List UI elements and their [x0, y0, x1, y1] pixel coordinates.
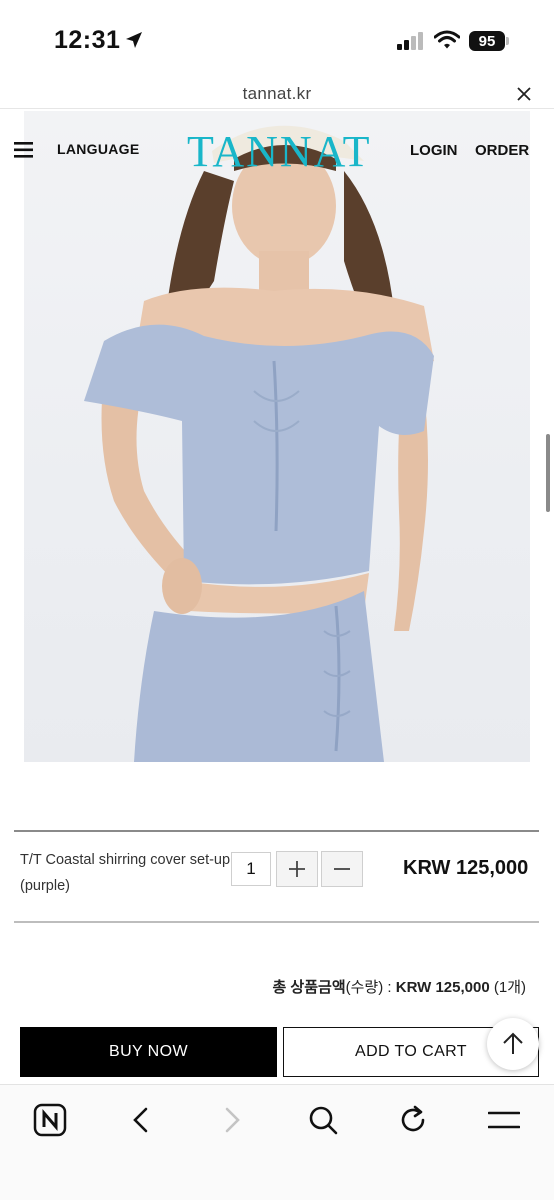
total-count: (1개) — [493, 979, 526, 996]
search-icon[interactable] — [303, 1100, 343, 1140]
url-display[interactable]: tannat.kr — [0, 84, 554, 104]
browser-toolbar — [0, 1085, 554, 1200]
forward-arrow-icon[interactable] — [212, 1100, 252, 1140]
close-icon[interactable] — [516, 86, 532, 107]
scroll-to-top-button[interactable] — [487, 1018, 539, 1070]
quantity-decrease-button[interactable] — [321, 851, 363, 887]
quantity-increase-button[interactable] — [276, 851, 318, 887]
status-time: 12:31 — [54, 26, 121, 54]
language-link[interactable]: LANGUAGE — [57, 141, 140, 157]
login-link[interactable]: LOGIN — [410, 142, 458, 159]
location-arrow-icon — [124, 30, 144, 55]
arrow-up-icon — [503, 1032, 523, 1054]
option-divider-bottom — [14, 921, 539, 923]
battery-nub — [506, 37, 509, 45]
naver-home-icon[interactable] — [30, 1100, 70, 1140]
minus-icon — [334, 868, 350, 870]
plus-icon — [289, 861, 305, 877]
total-price-line: 총 상품금액(수량) : KRW 125,000 (1개) — [272, 976, 526, 997]
product-image[interactable] — [24, 111, 530, 762]
product-name: T/T Coastal shirring cover set-up (purpl… — [20, 852, 231, 894]
url-bar-divider — [0, 108, 554, 109]
tabs-menu-icon[interactable] — [484, 1100, 524, 1140]
back-arrow-icon[interactable] — [121, 1100, 161, 1140]
scroll-indicator[interactable] — [546, 434, 550, 512]
reload-icon[interactable] — [393, 1100, 433, 1140]
total-label: 총 상품금액 — [272, 979, 346, 996]
order-link[interactable]: ORDER — [475, 142, 529, 159]
buy-now-button[interactable]: BUY NOW — [20, 1027, 277, 1077]
total-qty-label: (수량) : — [345, 979, 392, 996]
wifi-icon — [433, 30, 461, 55]
hamburger-menu-icon[interactable] — [14, 141, 34, 164]
battery-indicator: 95 — [469, 31, 505, 51]
product-price: KRW 125,000 — [403, 857, 529, 879]
option-divider-top — [14, 830, 539, 832]
quantity-input[interactable]: 1 — [231, 852, 271, 886]
total-amount: KRW 125,000 — [395, 979, 490, 996]
cellular-signal-icon — [397, 32, 425, 55]
brand-logo[interactable]: TANNAT — [187, 126, 371, 177]
